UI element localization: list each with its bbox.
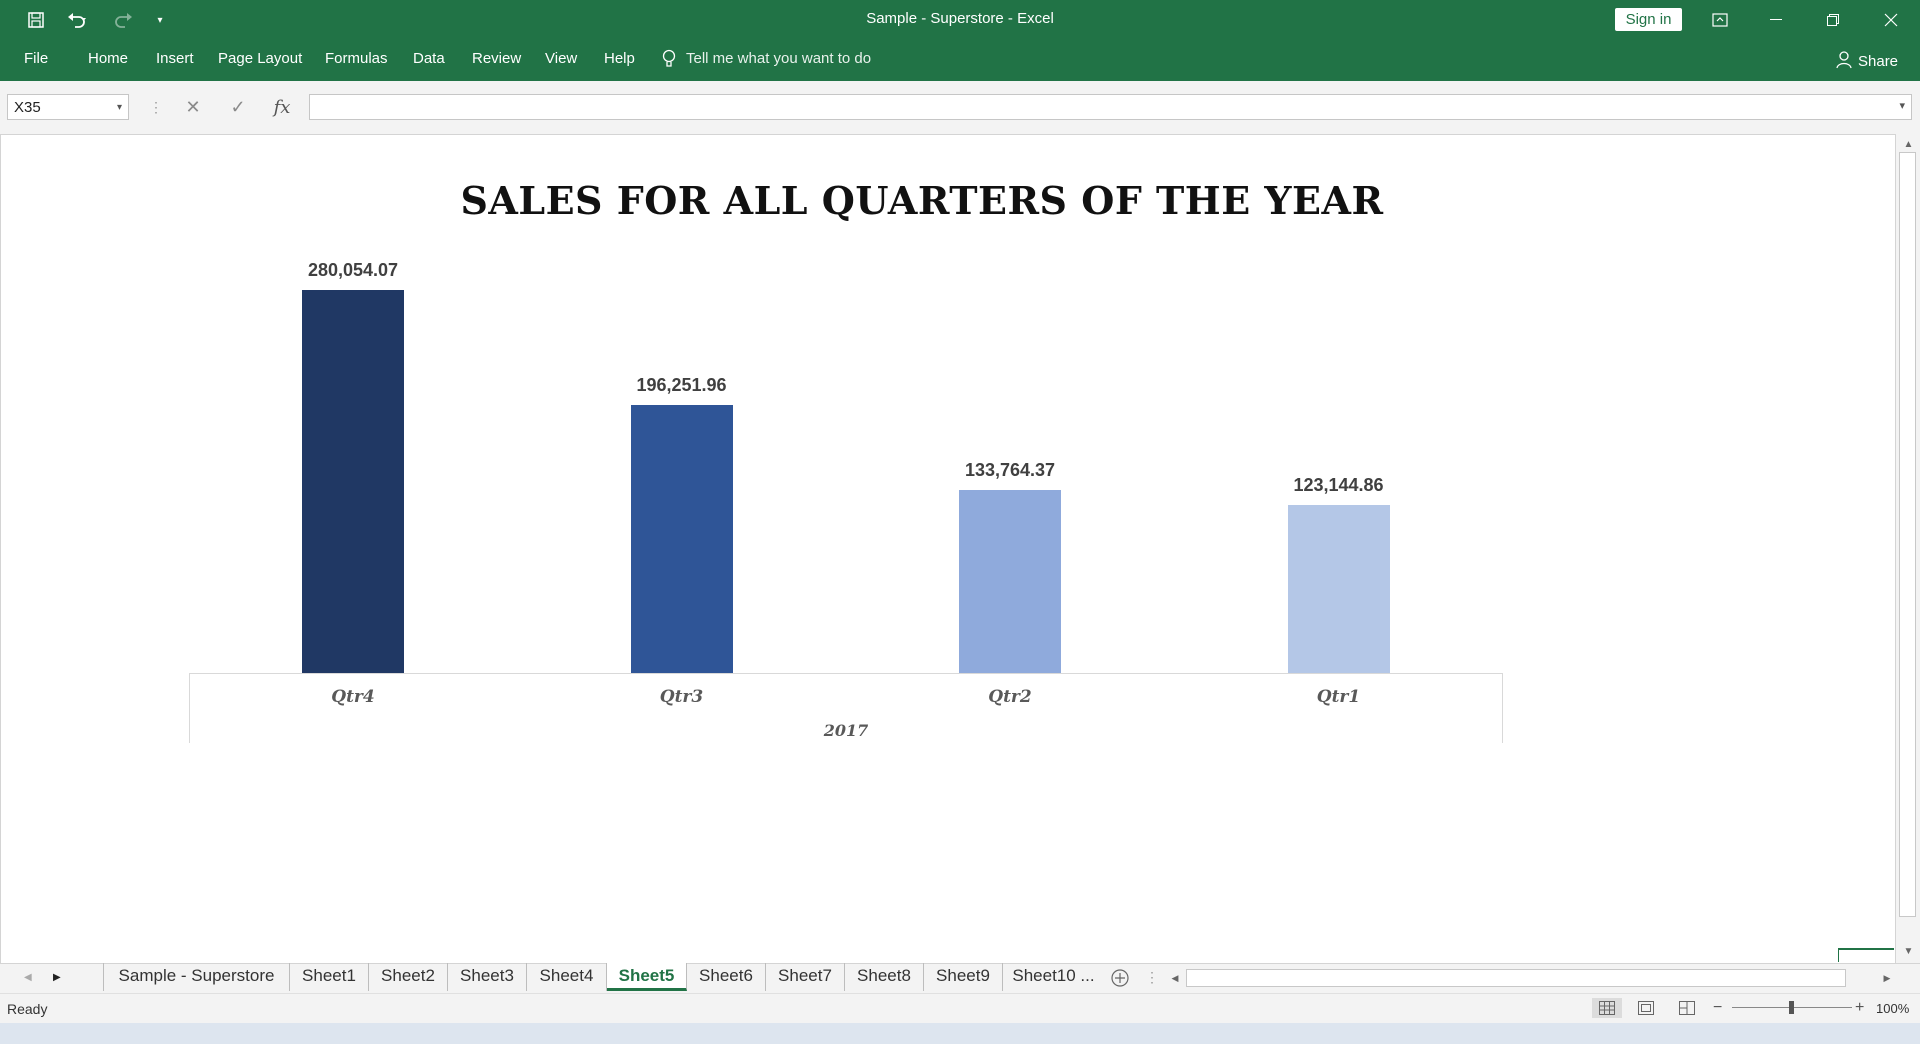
sheet-tab-sheet9[interactable]: Sheet9 (924, 963, 1003, 991)
selected-cell-indicator (1838, 948, 1894, 962)
data-label-qtr2: 133,764.37 (964, 460, 1056, 481)
sheet-tab-sheet4[interactable]: Sheet4 (527, 963, 607, 991)
sheet-tab-sheet2[interactable]: Sheet2 (369, 963, 448, 991)
data-label-qtr3: 196,251.96 (636, 374, 727, 395)
sheet-tab-sheet5[interactable]: Sheet5 (607, 963, 687, 991)
normal-view-icon[interactable] (1592, 998, 1622, 1018)
tab-splitter[interactable]: ⋮ (1145, 967, 1159, 987)
scroll-left-arrow-icon[interactable]: ◀ (1168, 969, 1182, 987)
vertical-scroll-thumb[interactable] (1899, 152, 1916, 917)
data-label-qtr4: 280,054.07 (307, 260, 399, 280)
bar-qtr3[interactable] (630, 404, 733, 673)
axis-group-label: 2017 (823, 721, 869, 740)
scroll-right-arrow-icon[interactable]: ▶ (1880, 969, 1894, 987)
zoom-level[interactable]: 100% (1876, 1001, 1909, 1016)
sheet-tab-sample-superstore[interactable]: Sample - Superstore (104, 963, 290, 991)
horizontal-scroll-thumb[interactable] (1186, 969, 1846, 987)
sheet-tab-sheet10[interactable]: Sheet10 ... (1003, 963, 1104, 991)
expand-formula-bar-icon[interactable]: ▾ (1899, 99, 1905, 112)
tab-scroll-left-icon[interactable]: ◀ (24, 969, 38, 987)
data-label-qtr1: 123,144.86 (1293, 474, 1384, 495)
sheet-tab-sheet7[interactable]: Sheet7 (766, 963, 845, 991)
sheet-tab-sheet3[interactable]: Sheet3 (448, 963, 527, 991)
scroll-down-arrow-icon[interactable]: ▼ (1896, 943, 1920, 961)
sheet-tab-sheet6[interactable]: Sheet6 (687, 963, 766, 991)
page-layout-view-icon[interactable] (1635, 998, 1657, 1018)
bar-qtr4[interactable] (302, 290, 404, 673)
zoom-in-icon[interactable]: + (1855, 998, 1869, 1018)
new-sheet-icon[interactable] (1110, 968, 1130, 988)
page-break-preview-icon[interactable] (1676, 998, 1698, 1018)
tab-scroll-right-icon[interactable]: ▶ (53, 969, 67, 987)
sheet-tab-sheet1[interactable]: Sheet1 (290, 963, 369, 991)
status-bar: Ready (0, 993, 1920, 1023)
status-text: Ready (7, 1001, 48, 1017)
zoom-out-icon[interactable]: − (1713, 998, 1727, 1018)
zoom-slider-thumb[interactable] (1789, 1001, 1794, 1014)
sheet-tab-sheet8[interactable]: Sheet8 (845, 963, 924, 991)
bar-qtr1[interactable] (1287, 504, 1390, 673)
bar-qtr2[interactable] (959, 490, 1061, 673)
taskbar-strip (0, 1023, 1920, 1044)
chart-plot-area[interactable]: 280,054.07 Qtr4 196,251.96 Qtr3 133,764.37 Qt… (0, 0, 1895, 963)
